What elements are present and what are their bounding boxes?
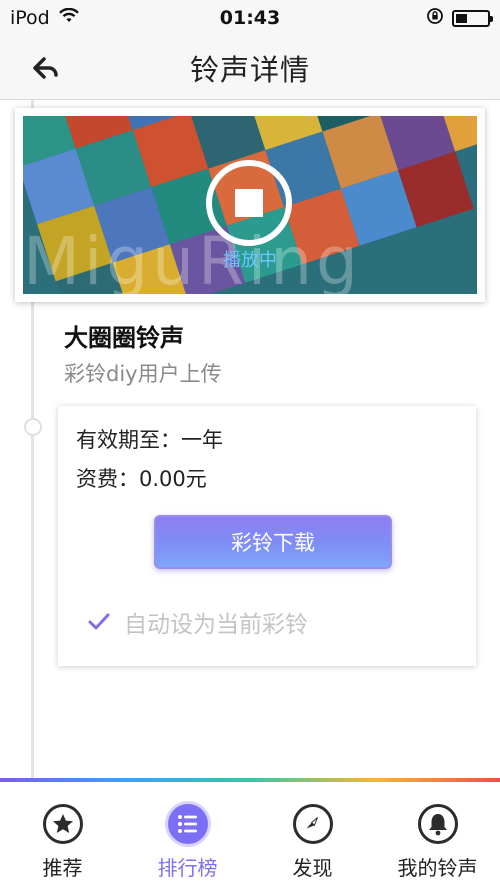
stop-icon — [235, 189, 263, 217]
tab-recommend[interactable]: 推荐 — [0, 782, 125, 888]
download-ringback-button[interactable]: 彩铃下载 — [154, 515, 392, 569]
rotation-lock-icon — [426, 7, 444, 30]
star-icon — [42, 804, 83, 844]
back-button[interactable] — [28, 50, 64, 86]
tab-label-my-ringtones: 我的铃声 — [397, 856, 478, 880]
list-icon — [167, 804, 208, 844]
carrier-label: iPod — [10, 7, 50, 29]
timeline-dot — [24, 418, 42, 436]
checkmark-icon[interactable] — [88, 611, 110, 633]
tab-my-ringtones[interactable]: 我的铃声 — [375, 782, 500, 888]
tab-label-rankings: 排行榜 — [157, 856, 218, 880]
nav-bar: 铃声详情 — [0, 36, 500, 100]
auto-set-label: 自动设为当前彩铃 — [124, 612, 308, 638]
tab-rankings[interactable]: 排行榜 — [125, 782, 250, 888]
battery-level — [456, 13, 468, 23]
compass-icon — [292, 804, 333, 844]
playing-status: 播放中 — [223, 250, 277, 271]
ringtone-cover-image: MiguRing 播放中 — [23, 116, 477, 294]
bell-icon — [417, 804, 458, 844]
tab-discover[interactable]: 发现 — [250, 782, 375, 888]
fee-text: 资费：0.00元 — [76, 467, 207, 491]
battery-icon — [452, 9, 493, 27]
bottom-tab-bar: 推荐 排行榜 发现 我的铃声 — [0, 782, 500, 888]
status-left: iPod — [10, 7, 80, 29]
ringtone-detail-card: 有效期至：一年 资费：0.00元 彩铃下载 自动设为当前彩铃 — [58, 406, 476, 666]
ringtone-subtitle: 彩铃diy用户上传 — [64, 362, 222, 386]
tab-label-recommend: 推荐 — [42, 856, 83, 880]
tab-label-discover: 发现 — [292, 856, 333, 880]
back-arrow-icon — [33, 57, 58, 79]
status-bar: iPod 01:43 — [0, 0, 500, 36]
ringtone-title: 大圈圈铃声 — [64, 324, 184, 352]
auto-set-checkbox[interactable]: 自动设为当前彩铃 — [88, 605, 308, 639]
wifi-icon — [58, 7, 80, 29]
stop-playback-button[interactable] — [206, 160, 292, 246]
page-title: 铃声详情 — [189, 52, 310, 87]
status-right — [426, 7, 493, 30]
validity-text: 有效期至：一年 — [76, 428, 223, 452]
ringtone-banner-card: MiguRing 播放中 — [15, 108, 485, 302]
